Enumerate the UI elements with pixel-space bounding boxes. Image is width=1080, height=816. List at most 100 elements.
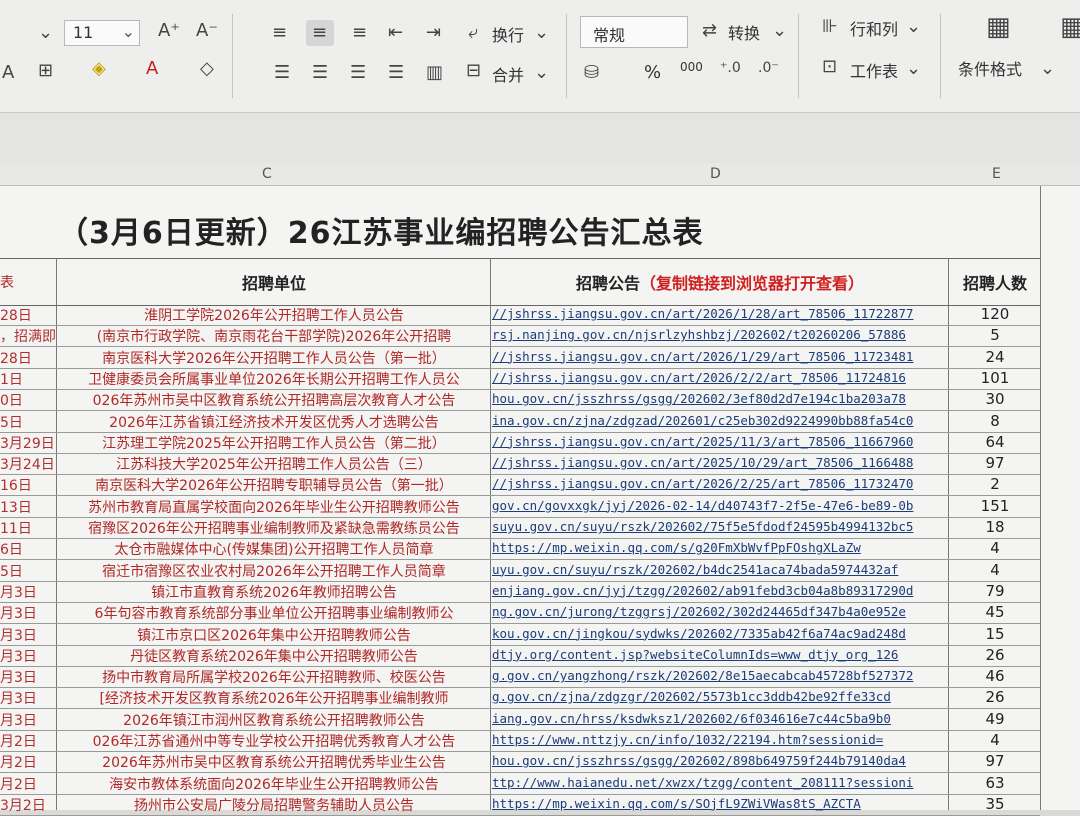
indent-decrease-icon[interactable]: ⇤ xyxy=(388,22,403,43)
notice-link-cell[interactable]: g.gov.cn/yangzhong/rszk/202602/8e15aecab… xyxy=(492,668,948,683)
table-row[interactable]: 月3日 6年句容市教育系统部分事业单位公开招聘事业编制教师公 ng.gov.cn/j… xyxy=(0,602,1040,625)
table-row[interactable]: 3月29日 江苏理工学院2025年公开招聘工作人员公告（第二批）//jshrss.… xyxy=(0,432,1040,454)
date-cell[interactable]: 13日 xyxy=(0,497,56,517)
count-cell[interactable]: 24 xyxy=(950,348,1040,366)
border-icon[interactable]: ⊞ xyxy=(38,60,53,81)
decimal-increase-icon[interactable]: ⁺.0 xyxy=(720,60,741,76)
count-cell[interactable]: 97 xyxy=(950,454,1040,472)
date-cell[interactable]: 月2日 xyxy=(0,752,56,772)
convert-chevron-icon[interactable]: ⌄ xyxy=(772,20,787,41)
notice-link-cell[interactable]: ttp://www.haianedu.net/xwzx/tzgg/content… xyxy=(492,775,948,790)
notice-link-cell[interactable]: gov.cn/govxxgk/jyj/2026-02-14/d40743f7-2… xyxy=(492,498,948,513)
date-cell[interactable]: 3月2日 xyxy=(0,795,56,815)
count-cell[interactable]: 101 xyxy=(950,369,1040,387)
number-format-box[interactable]: 常规 xyxy=(580,16,688,48)
unit-cell[interactable]: 淮阴工学院2026年公开招聘工作人员公告 xyxy=(58,305,490,325)
count-cell[interactable]: 120 xyxy=(950,305,1040,323)
notice-link-cell[interactable]: ina.gov.cn/zjna/zdgzad/202601/c25eb302d9… xyxy=(492,413,948,428)
count-cell[interactable]: 26 xyxy=(950,646,1040,664)
count-cell[interactable]: 151 xyxy=(950,497,1040,515)
unit-cell[interactable]: (南京市行政学院、南京雨花台干部学院)2026年公开招聘 xyxy=(58,326,490,346)
notice-link-cell[interactable]: rsj.nanjing.gov.cn/njsrlzyhshbzj/202602/… xyxy=(492,327,948,342)
count-cell[interactable]: 97 xyxy=(950,752,1040,770)
font-dropdown-chevron-icon[interactable]: ⌄ xyxy=(38,22,53,43)
date-cell[interactable]: 28日 xyxy=(0,305,56,325)
date-cell[interactable]: ，招满即 xyxy=(0,326,56,346)
count-cell[interactable]: 4 xyxy=(950,539,1040,557)
notice-link-cell[interactable]: dtjy.org/content.jsp?websiteColumnIds=ww… xyxy=(492,647,948,662)
font-size-box[interactable]: 11 ⌄ xyxy=(64,20,140,46)
table-row[interactable]: 16日 南京医科大学2026年公开招聘专职辅导员公告（第一批）//jshrss.j… xyxy=(0,474,1040,497)
table-style-icon[interactable]: ▦ xyxy=(1060,12,1080,42)
conditional-format-button[interactable]: 条件格式 xyxy=(958,56,1022,80)
table-row[interactable]: 5日 宿迁市宿豫区农业农村局2026年公开招聘工作人员简章 uyu.gov.cn/s… xyxy=(0,560,1040,582)
font-color-a-icon[interactable]: A xyxy=(2,62,14,83)
date-cell[interactable]: 月3日 xyxy=(0,582,56,602)
count-cell[interactable]: 8 xyxy=(950,412,1040,430)
align-bottom-icon[interactable]: ≡ xyxy=(352,22,367,43)
unit-cell[interactable]: 丹徒区教育系统2026年集中公开招聘教师公告 xyxy=(58,646,490,666)
align-center-icon[interactable]: ☰ xyxy=(312,62,328,83)
unit-cell[interactable]: 宿迁市宿豫区农业农村局2026年公开招聘工作人员简章 xyxy=(58,561,490,581)
rowcol-button[interactable]: 行和列 xyxy=(850,16,898,40)
table-row[interactable]: 月2日 026年江苏省通州中等专业学校公开招聘优秀教育人才公告 https://ww… xyxy=(0,730,1040,752)
table-row[interactable]: 3月24日 江苏科技大学2025年公开招聘工作人员公告（三）//jshrss.ji… xyxy=(0,453,1040,476)
count-cell[interactable]: 63 xyxy=(950,774,1040,792)
date-cell[interactable]: 11日 xyxy=(0,518,56,538)
date-cell[interactable]: 6日 xyxy=(0,539,56,559)
clear-format-icon[interactable]: ◇ xyxy=(200,58,214,79)
count-cell[interactable]: 2 xyxy=(950,475,1040,493)
unit-cell[interactable]: 江苏理工学院2025年公开招聘工作人员公告（第二批） xyxy=(58,433,490,453)
notice-link-cell[interactable]: ng.gov.cn/jurong/tzggrsj/202602/302d2446… xyxy=(492,604,948,619)
table-row[interactable]: 月2日 海安市教体系统面向2026年毕业生公开招聘教师公告 ttp://www.ha… xyxy=(0,773,1040,795)
table-row[interactable]: 28日 南京医科大学2026年公开招聘工作人员公告（第一批）//jshrss.ji… xyxy=(0,347,1040,369)
date-cell[interactable]: 月3日 xyxy=(0,646,56,666)
table-row[interactable]: 月3日 镇江市直教育系统2026年教师招聘公告 enjiang.gov.cn/jyj… xyxy=(0,581,1040,603)
align-left-icon[interactable]: ☰ xyxy=(274,62,290,83)
notice-link-cell[interactable]: iang.gov.cn/hrss/ksdwksz1/202602/6f03461… xyxy=(492,711,948,726)
rowcol-chevron-icon[interactable]: ⌄ xyxy=(906,16,921,37)
unit-cell[interactable]: 扬中市教育局所属学校2026年公开招聘教师、校医公告 xyxy=(58,667,490,687)
worksheet-chevron-icon[interactable]: ⌄ xyxy=(906,58,921,79)
table-row[interactable]: 1日 卫健康委员会所属事业单位2026年长期公开招聘工作人员公//jshrss.j… xyxy=(0,368,1040,390)
table-row[interactable]: 月3日 丹徒区教育系统2026年集中公开招聘教师公告 dtjy.org/conten… xyxy=(0,645,1040,667)
percent-button[interactable]: % xyxy=(644,62,661,83)
convert-button[interactable]: 转换 xyxy=(728,20,760,44)
header-notice-cell[interactable]: 招聘公告 （复制链接到浏览器打开查看） xyxy=(492,259,948,305)
date-cell[interactable]: 3月24日 xyxy=(0,454,56,474)
table-row[interactable]: 月3日 2026年镇江市润州区教育系统公开招聘教师公告 iang.gov.cn/hr… xyxy=(0,709,1040,731)
merge-button[interactable]: 合并 xyxy=(492,62,524,86)
thousands-button[interactable]: 000 xyxy=(680,60,703,74)
unit-cell[interactable]: 江苏科技大学2025年公开招聘工作人员公告（三） xyxy=(58,454,490,474)
date-cell[interactable]: 3月29日 xyxy=(0,433,56,453)
date-cell[interactable]: 16日 xyxy=(0,475,56,495)
column-header-d[interactable]: D xyxy=(710,166,721,182)
align-middle-icon[interactable]: ≡ xyxy=(312,22,327,43)
count-cell[interactable]: 35 xyxy=(950,795,1040,813)
date-cell[interactable]: 5日 xyxy=(0,561,56,581)
unit-cell[interactable]: 镇江市京口区2026年集中公开招聘教师公告 xyxy=(58,625,490,645)
fill-color-icon[interactable]: ◈ xyxy=(92,58,106,79)
align-top-icon[interactable]: ≡ xyxy=(272,22,287,43)
table-row[interactable]: 28日 淮阴工学院2026年公开招聘工作人员公告//jshrss.jiangsu.… xyxy=(0,304,1040,326)
notice-link-cell[interactable]: //jshrss.jiangsu.gov.cn/art/2026/2/2/art… xyxy=(492,370,948,385)
worksheet-button[interactable]: 工作表 xyxy=(850,58,898,82)
notice-link-cell[interactable]: enjiang.gov.cn/jyj/tzgg/202602/ab91febd3… xyxy=(492,583,948,598)
notice-link-cell[interactable]: g.gov.cn/zjna/zdgzgr/202602/5573b1cc3ddb… xyxy=(492,689,948,704)
merge-chevron-icon[interactable]: ⌄ xyxy=(534,62,549,83)
unit-cell[interactable]: 太仓市融媒体中心(传媒集团)公开招聘工作人员简章 xyxy=(58,539,490,559)
count-cell[interactable]: 45 xyxy=(950,603,1040,621)
indent-increase-icon[interactable]: ⇥ xyxy=(426,22,441,43)
unit-cell[interactable]: 6年句容市教育系统部分事业单位公开招聘事业编制教师公 xyxy=(58,603,490,623)
unit-cell[interactable]: 2026年镇江市润州区教育系统公开招聘教师公告 xyxy=(58,710,490,730)
table-row[interactable]: 6日 太仓市融媒体中心(传媒集团)公开招聘工作人员简章 https://mp.wei… xyxy=(0,538,1040,561)
unit-cell[interactable]: 南京医科大学2026年公开招聘工作人员公告（第一批） xyxy=(58,348,490,368)
text-color-icon[interactable]: A xyxy=(146,58,158,79)
date-cell[interactable]: 月3日 xyxy=(0,688,56,708)
table-row[interactable]: 0日 026年苏州市吴中区教育系统公开招聘高层次教育人才公告 hou.gov.cn/… xyxy=(0,389,1040,412)
count-cell[interactable]: 18 xyxy=(950,518,1040,536)
table-row[interactable]: 月3日 扬中市教育局所属学校2026年公开招聘教师、校医公告 g.gov.cn/ya… xyxy=(0,666,1040,689)
font-grow-icon[interactable]: A⁺ xyxy=(158,20,180,41)
table-row[interactable]: 5日 2026年江苏省镇江经济技术开发区优秀人才选聘公告 ina.gov.cn/zj… xyxy=(0,411,1040,433)
date-cell[interactable]: 5日 xyxy=(0,412,56,432)
